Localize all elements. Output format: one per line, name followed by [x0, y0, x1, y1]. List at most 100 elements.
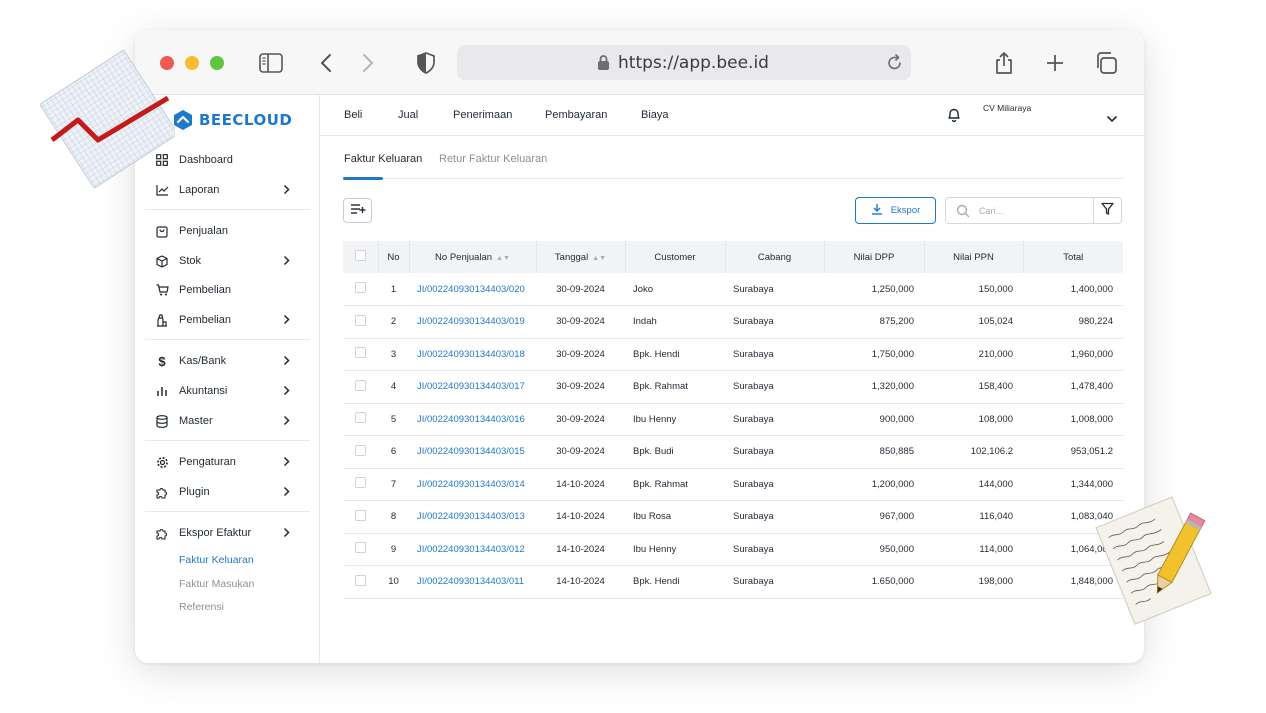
- new-tab-icon[interactable]: [1042, 50, 1068, 76]
- cell-no-penjualan-link[interactable]: JI/002240930134403/012: [409, 533, 536, 566]
- cell-customer: Joko: [633, 283, 654, 295]
- cell-tanggal: 30-09-2024: [556, 316, 605, 328]
- sidebar-item-laporan[interactable]: Laporan: [155, 177, 300, 203]
- sidebar-toggle-icon[interactable]: [258, 50, 284, 76]
- row-checkbox[interactable]: [343, 371, 378, 404]
- menu-beli[interactable]: Beli: [344, 109, 362, 121]
- factory-icon: [155, 313, 169, 327]
- sidebar-item-label: Master: [179, 415, 213, 427]
- sidebar-item-pengaturan[interactable]: Pengaturan: [155, 449, 300, 475]
- tabs-overview-icon[interactable]: [1093, 50, 1119, 76]
- cell-tanggal: 14-10-2024: [556, 543, 605, 555]
- header-cabang: Cabang: [725, 241, 825, 273]
- share-icon[interactable]: [991, 50, 1017, 76]
- maximize-window-button[interactable]: [210, 56, 224, 70]
- cell-no-penjualan-link[interactable]: JI/002240930134403/015: [409, 436, 536, 469]
- cell-nilai-ppn: 105,024: [978, 316, 1013, 328]
- header-no-penjualan[interactable]: No Penjualan ▲▼: [409, 241, 537, 273]
- cell-nilai-ppn: 150,000: [978, 283, 1013, 295]
- row-checkbox[interactable]: [343, 468, 378, 501]
- table-row[interactable]: 2 JI/002240930134403/019 30-09-2024 Indah Su…: [343, 306, 1123, 339]
- search-icon: [956, 204, 970, 223]
- reload-icon[interactable]: [887, 53, 903, 76]
- active-tab-indicator: [343, 177, 383, 180]
- subnav-referensi[interactable]: Referensi: [179, 601, 224, 613]
- export-button[interactable]: Ekspor: [855, 197, 936, 224]
- table-row[interactable]: 4 JI/002240930134403/017 30-09-2024 Bpk. Ra…: [343, 371, 1123, 404]
- column-settings-button[interactable]: [343, 198, 372, 223]
- subnav-faktur-keluaran[interactable]: Faktur Keluaran: [179, 554, 254, 566]
- header-label: Tanggal: [554, 251, 589, 263]
- tab-faktur-keluaran[interactable]: Faktur Keluaran: [344, 153, 422, 165]
- sidebar-item-kas-bank[interactable]: $ Kas/Bank: [155, 348, 300, 374]
- row-checkbox[interactable]: [343, 436, 378, 469]
- chevron-right-icon: [283, 527, 290, 541]
- row-checkbox[interactable]: [343, 403, 378, 436]
- sidebar-item-master[interactable]: Master: [155, 408, 300, 434]
- chevron-down-icon[interactable]: [1106, 110, 1118, 128]
- cell-no-penjualan-link[interactable]: JI/002240930134403/011: [409, 566, 536, 599]
- cell-tanggal: 30-09-2024: [556, 283, 605, 295]
- cell-no-penjualan-link[interactable]: JI/002240930134403/019: [409, 306, 536, 339]
- row-checkbox[interactable]: [343, 306, 378, 339]
- row-checkbox[interactable]: [343, 566, 378, 599]
- cell-nilai-ppn: 114,000: [979, 543, 1013, 555]
- sidebar-item-akuntansi[interactable]: Akuntansi: [155, 378, 300, 404]
- row-checkbox[interactable]: [343, 338, 378, 371]
- shield-icon[interactable]: [413, 50, 439, 76]
- row-checkbox[interactable]: [343, 533, 378, 566]
- menu-penerimaan[interactable]: Penerimaan: [453, 109, 512, 121]
- menu-jual[interactable]: Jual: [398, 109, 418, 121]
- table-row[interactable]: 7 JI/002240930134403/014 14-10-2024 Bpk. Ra…: [343, 468, 1123, 501]
- row-checkbox[interactable]: [343, 501, 378, 534]
- sidebar-item-plugin[interactable]: Plugin: [155, 479, 300, 505]
- subnav-faktur-masukan[interactable]: Faktur Masukan: [179, 578, 254, 590]
- menu-biaya[interactable]: Biaya: [641, 109, 669, 121]
- header-customer: Customer: [625, 241, 726, 273]
- sidebar-item-pembelian-cart[interactable]: Pembelian: [155, 277, 300, 303]
- row-checkbox[interactable]: [343, 273, 378, 306]
- forward-icon[interactable]: [355, 50, 381, 76]
- bell-icon[interactable]: [947, 107, 961, 128]
- select-all-checkbox[interactable]: [343, 241, 379, 273]
- note-pencil-icon: [1095, 496, 1212, 625]
- sidebar-item-label: Laporan: [179, 184, 220, 196]
- chevron-right-icon: [283, 314, 290, 328]
- search-input[interactable]: Cari...: [945, 197, 1094, 224]
- cell-no-penjualan-link[interactable]: JI/002240930134403/016: [409, 403, 536, 436]
- cell-no-penjualan-link[interactable]: JI/002240930134403/013: [409, 501, 536, 534]
- sidebar-item-ekspor-efaktur[interactable]: Ekspor Efaktur: [155, 520, 300, 546]
- tab-retur-faktur-keluaran[interactable]: Retur Faktur Keluaran: [439, 153, 547, 165]
- cell-customer: Bpk. Budi: [633, 446, 674, 458]
- top-navigation: Beli Jual Penerimaan Pembayaran Biaya CV…: [320, 95, 1144, 136]
- sidebar-item-dashboard[interactable]: Dashboard: [155, 147, 300, 173]
- cell-nilai-dpp: 1,250,000: [871, 283, 914, 295]
- table-row[interactable]: 10 JI/002240930134403/011 14-10-2024 Bpk. H…: [343, 566, 1123, 599]
- address-bar[interactable]: https://app.bee.id: [457, 45, 911, 80]
- sidebar-item-penjualan[interactable]: Penjualan: [155, 218, 300, 244]
- cell-no-penjualan-link[interactable]: JI/002240930134403/014: [409, 468, 536, 501]
- table-row[interactable]: 5 JI/002240930134403/016 30-09-2024 Ibu Hen…: [343, 403, 1123, 436]
- filter-button[interactable]: [1093, 197, 1122, 224]
- browser-toolbar: https://app.bee.id: [135, 30, 1144, 95]
- cell-no-penjualan-link[interactable]: JI/002240930134403/017: [409, 371, 536, 404]
- sidebar-item-stok[interactable]: Stok: [155, 248, 300, 274]
- cart-icon: [155, 283, 169, 297]
- cell-no-penjualan-link[interactable]: JI/002240930134403/018: [409, 338, 536, 371]
- url-text: https://app.bee.id: [618, 53, 769, 73]
- back-icon[interactable]: [313, 50, 339, 76]
- table-row[interactable]: 3 JI/002240930134403/018 30-09-2024 Bpk. He…: [343, 338, 1123, 371]
- cell-no-penjualan-link[interactable]: JI/002240930134403/020: [409, 273, 536, 306]
- table-row[interactable]: 8 JI/002240930134403/013 14-10-2024 Ibu Ros…: [343, 501, 1123, 534]
- minimize-window-button[interactable]: [185, 56, 199, 70]
- table-row[interactable]: 6 JI/002240930134403/015 30-09-2024 Bpk. Bu…: [343, 436, 1123, 469]
- menu-pembayaran[interactable]: Pembayaran: [545, 109, 607, 121]
- bee-logo-icon: [174, 110, 192, 130]
- header-tanggal[interactable]: Tanggal ▲▼: [536, 241, 626, 273]
- chevron-right-icon: [283, 486, 290, 500]
- sidebar-item-pembelian-factory[interactable]: Pembelian: [155, 307, 300, 333]
- chevron-right-icon: [283, 456, 290, 470]
- table-row[interactable]: 9 JI/002240930134403/012 14-10-2024 Ibu Hen…: [343, 533, 1123, 566]
- table-row[interactable]: 1 JI/002240930134403/020 30-09-2024 Joko Sur…: [343, 273, 1123, 306]
- app-logo[interactable]: BEECLOUD: [173, 109, 292, 131]
